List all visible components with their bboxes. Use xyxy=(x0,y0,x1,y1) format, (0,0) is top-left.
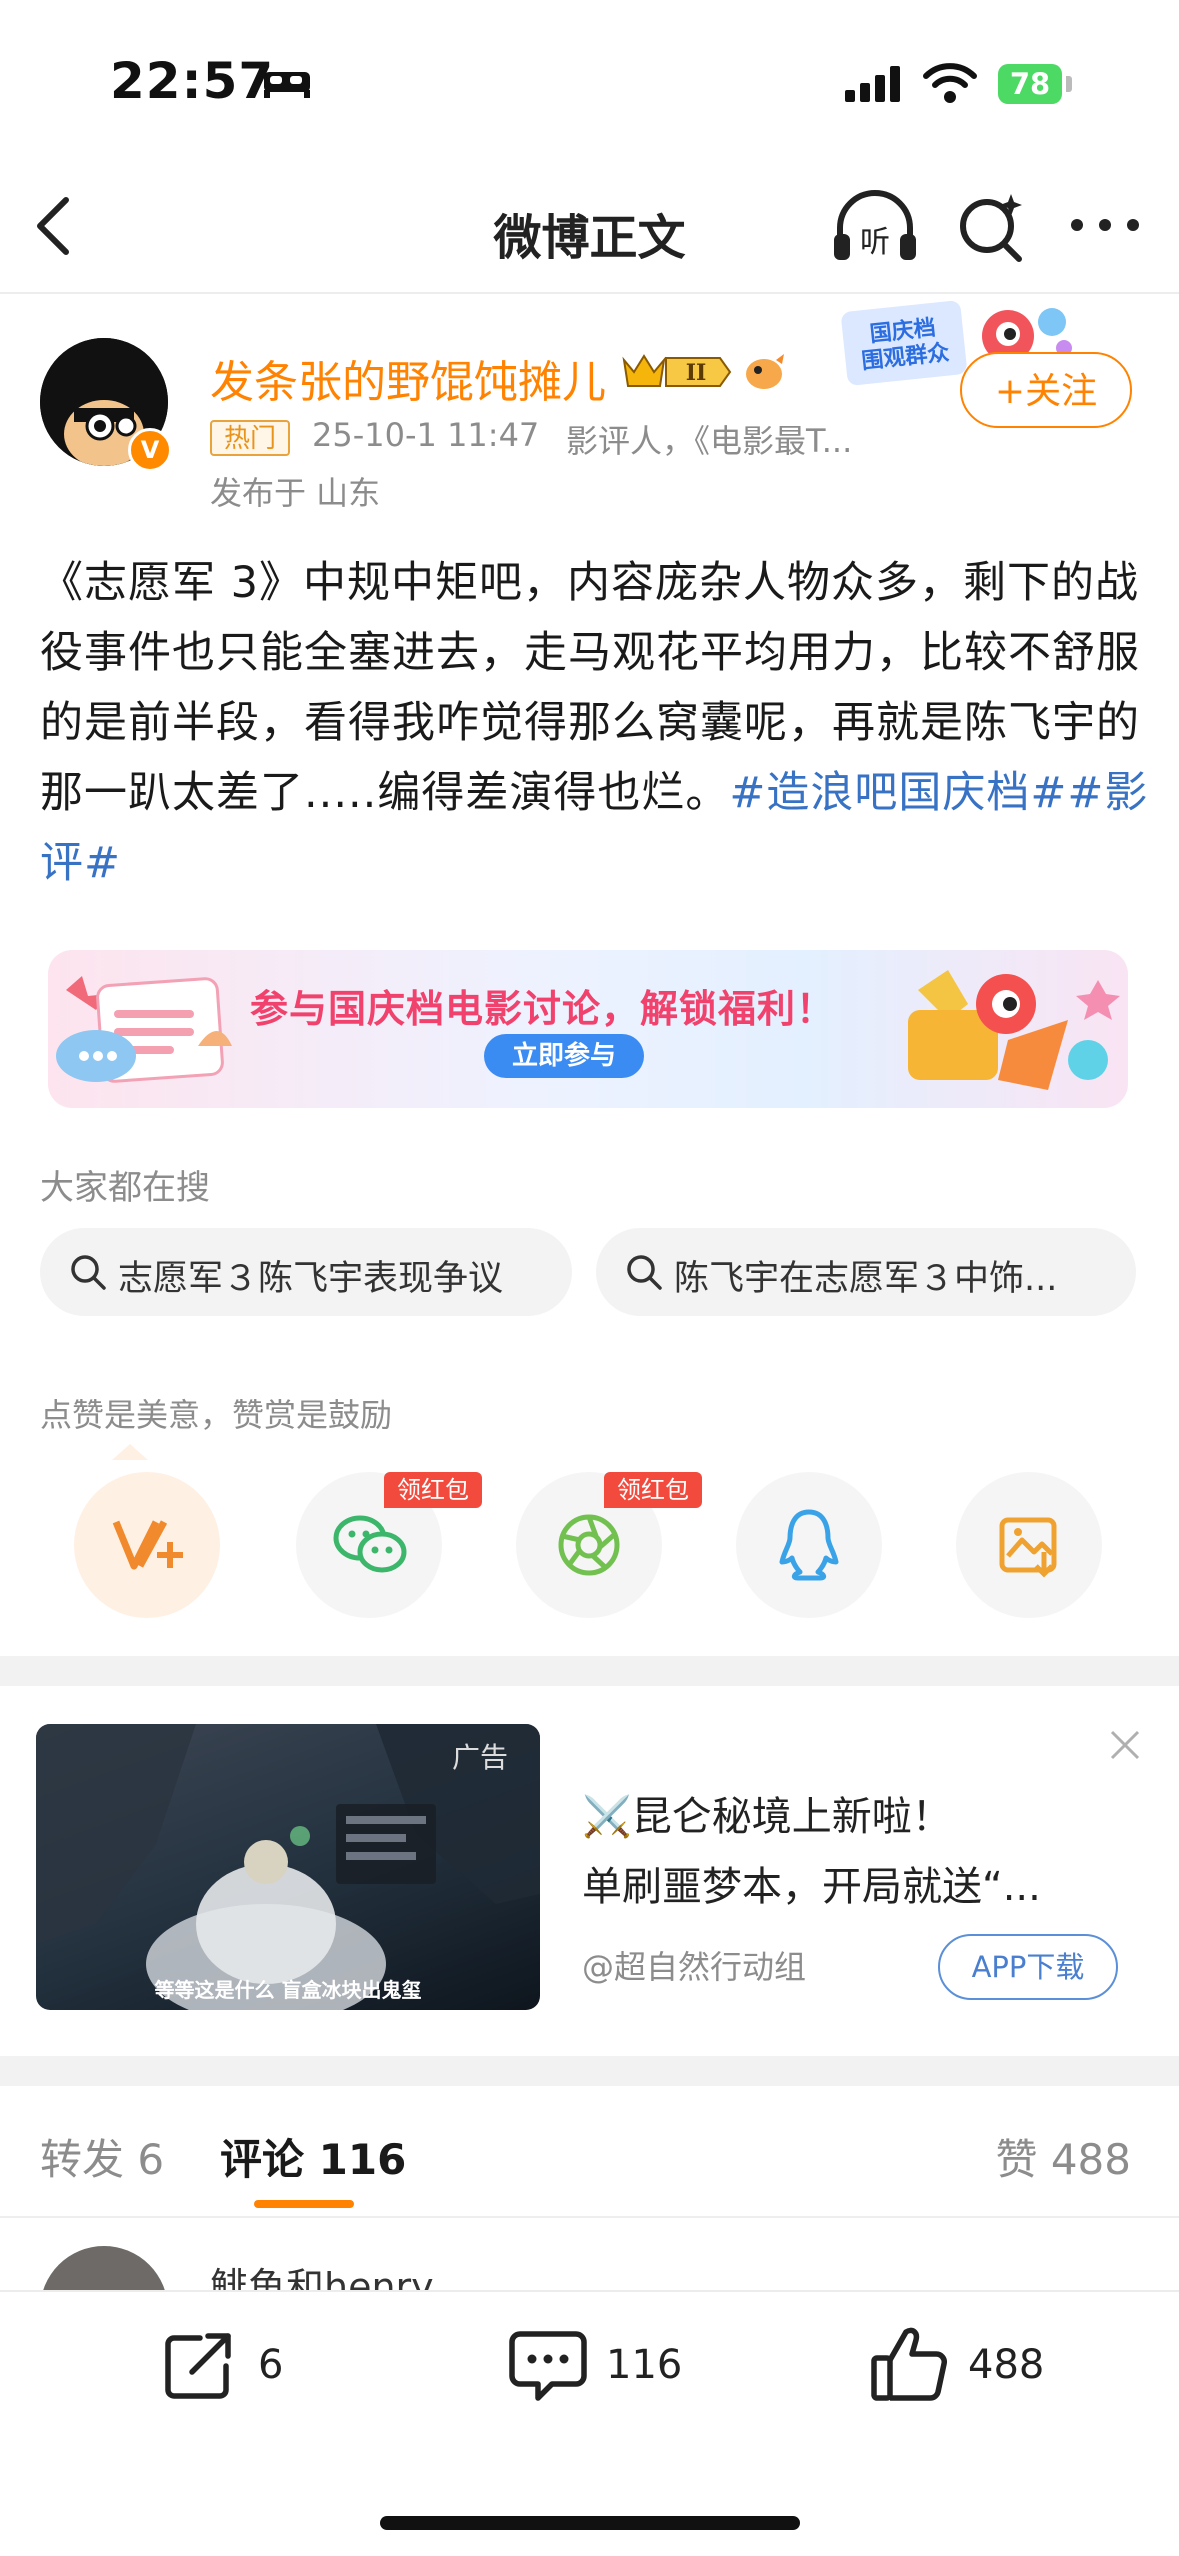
search-section-label: 大家都在搜 xyxy=(40,1168,210,1208)
svg-text:听: 听 xyxy=(860,225,890,260)
search-icon xyxy=(627,1255,662,1290)
forward-button[interactable]: 6 xyxy=(160,2320,400,2410)
battery-level: 78 xyxy=(998,64,1062,104)
search-chip-1[interactable]: 志愿军３陈飞宇表现争议 xyxy=(40,1228,572,1316)
moments-icon xyxy=(558,1514,620,1576)
comment-icon xyxy=(509,2331,587,2401)
ad-label: 广告 xyxy=(452,1741,509,1774)
home-indicator xyxy=(380,2516,800,2530)
save-image-icon xyxy=(999,1517,1057,1578)
listen-icon[interactable]: 听 xyxy=(830,188,920,268)
post-body: 《志愿军 3》中规中矩吧，内容庞杂人物众多，剩下的战役事件也只能全塞进去，走马观… xyxy=(40,548,1150,898)
ad-video-caption: 等等这是什么 盲盒冰块出鬼玺 xyxy=(154,1978,422,2002)
forward-icon xyxy=(165,2333,231,2399)
ad-subline[interactable]: 单刷噩梦本，开局就送“... xyxy=(582,1854,1112,1912)
sleep-focus-icon xyxy=(264,72,310,98)
reward-icon xyxy=(112,1520,183,1570)
search-icon xyxy=(71,1255,106,1290)
promo-join-button[interactable]: 立即参与 xyxy=(484,1034,644,1078)
app-download-button[interactable]: APP下载 xyxy=(938,1934,1118,2000)
hot-tag: 热门 xyxy=(210,420,290,456)
cellular-signal-icon xyxy=(845,66,900,102)
red-packet-tag: 领红包 xyxy=(604,1472,702,1508)
tab-forward[interactable]: 转发 6 xyxy=(40,2126,164,2187)
post-location: 发布于 山东 xyxy=(210,474,381,512)
tab-comments[interactable]: 评论 116 xyxy=(220,2126,406,2187)
ad-headline[interactable]: ⚔️昆仑秘境上新啦！ xyxy=(582,1784,952,1842)
battery-cap xyxy=(1066,76,1072,92)
search-chip-2[interactable]: 陈飞宇在志愿军３中饰... xyxy=(596,1228,1136,1316)
comment-count: 116 xyxy=(606,2342,683,2388)
search-chip-text: 志愿军３陈飞宇表现争议 xyxy=(118,1259,504,1299)
status-time: 22:57 xyxy=(110,52,275,110)
author-name[interactable]: 发条张的野馄饨摊儿 xyxy=(210,346,606,410)
search-icon[interactable] xyxy=(955,190,1030,265)
wifi-icon xyxy=(923,63,977,103)
more-icon[interactable] xyxy=(1065,205,1145,245)
verified-badge: V xyxy=(128,428,172,472)
close-icon[interactable] xyxy=(1100,1720,1150,1770)
like-icon xyxy=(871,2327,947,2401)
fish-badge-icon xyxy=(746,354,784,389)
promo-title: 参与国庆档电影讨论，解锁福利！ xyxy=(250,987,836,1031)
search-chip-text: 陈飞宇在志愿军３中饰... xyxy=(674,1259,1058,1299)
level-badge-text: II xyxy=(686,360,707,386)
active-tab-indicator xyxy=(254,2200,354,2208)
section-separator xyxy=(0,1656,1179,1686)
reward-section-label: 点赞是美意，赞赏是鼓励 xyxy=(40,1396,393,1434)
tab-divider xyxy=(0,2216,1179,2218)
ad-advertiser[interactable]: @超自然行动组 xyxy=(582,1942,806,1988)
reward-button[interactable] xyxy=(74,1472,220,1618)
wechat-icon xyxy=(333,1515,407,1573)
qq-icon xyxy=(779,1509,839,1581)
tab-likes[interactable]: 赞 488 xyxy=(995,2126,1131,2187)
author-description: 影评人，《电影最T... xyxy=(566,422,853,460)
share-qq-button[interactable] xyxy=(736,1472,882,1618)
section-separator xyxy=(0,2056,1179,2086)
like-count: 488 xyxy=(968,2342,1045,2388)
reward-pointer xyxy=(112,1444,148,1460)
nav-divider xyxy=(0,292,1179,294)
save-image-button[interactable] xyxy=(956,1472,1102,1618)
comment-button[interactable]: 116 xyxy=(508,2320,768,2410)
follow-button[interactable]: +关注 xyxy=(960,352,1132,428)
red-packet-tag: 领红包 xyxy=(384,1472,482,1508)
crown-level-badge: II xyxy=(622,354,732,387)
post-time: 25-10-1 11:47 xyxy=(312,416,540,454)
forward-count: 6 xyxy=(258,2342,284,2388)
like-button[interactable]: 488 xyxy=(870,2320,1130,2410)
